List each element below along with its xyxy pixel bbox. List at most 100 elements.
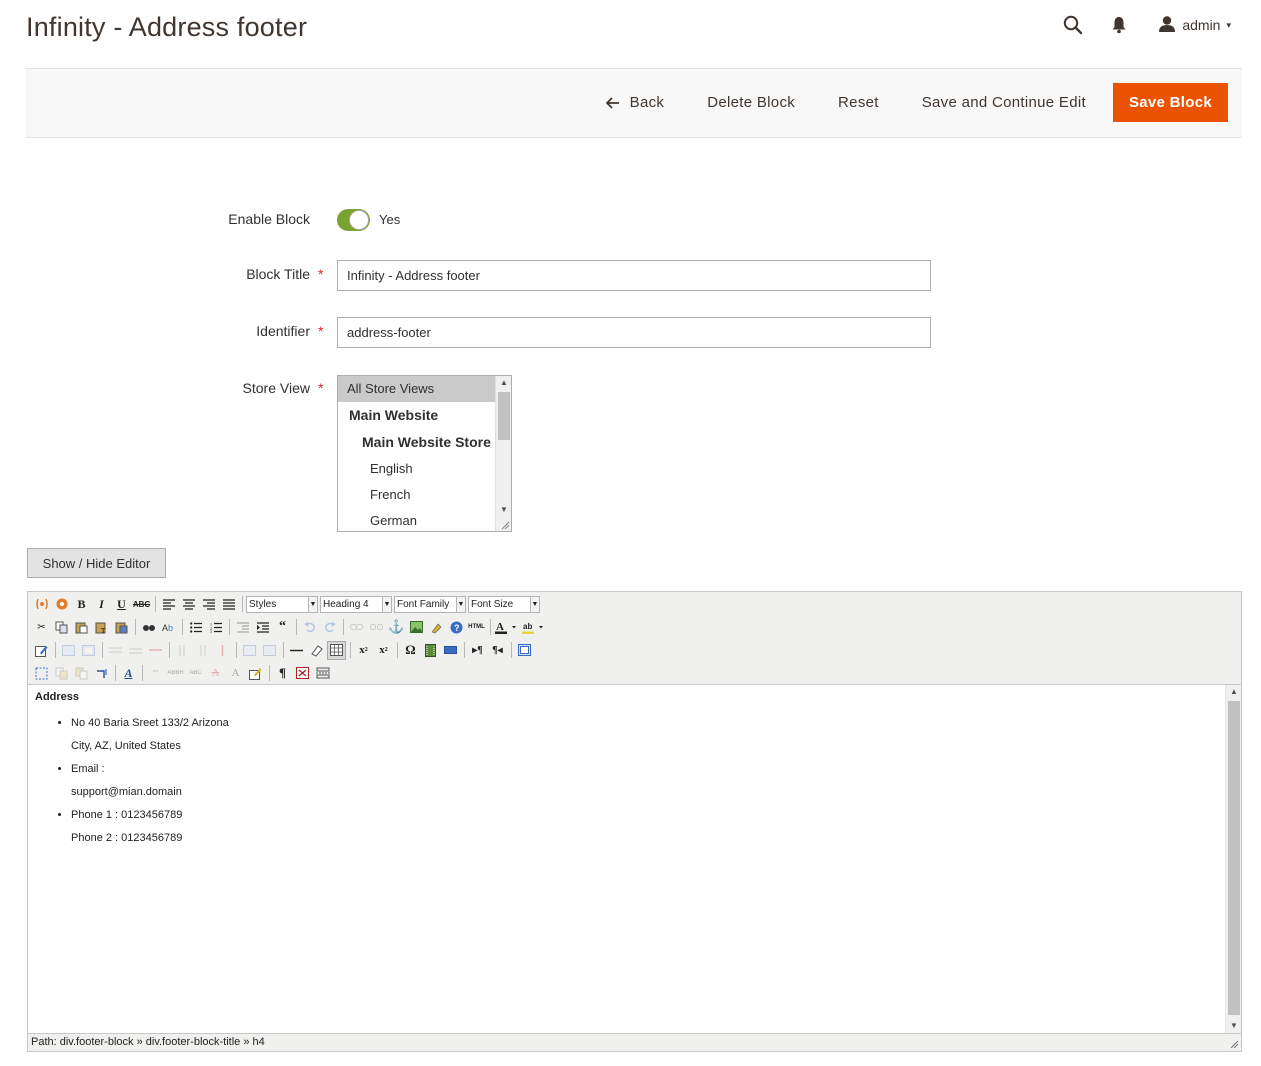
copy-icon[interactable]: [52, 618, 71, 637]
fullscreen-icon[interactable]: [515, 641, 534, 660]
rotate-icon[interactable]: [92, 664, 111, 683]
nonbreaking-icon[interactable]: [293, 664, 312, 683]
redo-icon[interactable]: [320, 618, 339, 637]
background-color-icon[interactable]: ab: [521, 618, 547, 637]
abbr-icon[interactable]: ABBR: [166, 664, 185, 683]
outdent-icon[interactable]: [233, 618, 252, 637]
delete-row-icon[interactable]: [146, 641, 165, 660]
store-option[interactable]: German: [338, 508, 495, 531]
paste-icon[interactable]: [72, 618, 91, 637]
undo-icon[interactable]: [300, 618, 319, 637]
format-dropdown[interactable]: Heading 4 ▼: [320, 595, 392, 613]
scroll-up-icon[interactable]: ▲: [1226, 685, 1242, 699]
pagebreak-icon[interactable]: [313, 664, 332, 683]
remove-format-icon[interactable]: [307, 641, 326, 660]
font-family-dropdown[interactable]: Font Family ▼: [394, 595, 466, 613]
image-icon[interactable]: [407, 618, 426, 637]
enable-block-toggle[interactable]: [337, 209, 370, 231]
numbered-list-icon[interactable]: 123: [206, 618, 225, 637]
store-option[interactable]: All Store Views: [338, 376, 495, 402]
strikethrough-icon[interactable]: ABC: [132, 595, 151, 614]
store-view-multiselect[interactable]: All Store Views Main Website Main Websit…: [337, 375, 512, 532]
deletion-icon[interactable]: A: [206, 664, 225, 683]
media-icon[interactable]: [421, 641, 440, 660]
align-justify-icon[interactable]: [219, 595, 238, 614]
rtl-icon[interactable]: ¶◂: [488, 641, 507, 660]
blockquote-icon[interactable]: “: [273, 618, 292, 637]
copy-format-icon[interactable]: [52, 664, 71, 683]
editor-content[interactable]: Address No 40 Baria Sreet 133/2 Arizona …: [28, 685, 1241, 1033]
align-left-icon[interactable]: [159, 595, 178, 614]
subscript-icon[interactable]: x2: [354, 641, 373, 660]
col-after-icon[interactable]: [193, 641, 212, 660]
scrollbar-thumb[interactable]: [498, 392, 510, 440]
delete-col-icon[interactable]: [213, 641, 232, 660]
paste-text-icon[interactable]: T: [92, 618, 111, 637]
ltr-icon[interactable]: ▸¶: [468, 641, 487, 660]
insert-layer-icon[interactable]: [59, 641, 78, 660]
find-icon[interactable]: [139, 618, 158, 637]
underline-icon[interactable]: U: [112, 595, 131, 614]
edit-css-icon[interactable]: [32, 641, 51, 660]
editor-scrollbar[interactable]: ▲ ▼: [1225, 685, 1241, 1033]
merge-cells-icon[interactable]: [260, 641, 279, 660]
search-icon[interactable]: [1062, 14, 1084, 36]
visual-chars-icon[interactable]: ¶: [273, 664, 292, 683]
back-button[interactable]: Back: [605, 84, 665, 121]
select-all-icon[interactable]: [32, 664, 51, 683]
store-option[interactable]: English: [338, 456, 495, 482]
split-cells-icon[interactable]: [240, 641, 259, 660]
identifier-input[interactable]: [337, 317, 931, 348]
acronym-icon[interactable]: ABC: [186, 664, 205, 683]
align-center-icon[interactable]: [179, 595, 198, 614]
save-continue-button[interactable]: Save and Continue Edit: [922, 84, 1086, 121]
attributes-icon[interactable]: [246, 664, 265, 683]
variable-icon[interactable]: [52, 595, 71, 614]
block-title-input[interactable]: [337, 260, 931, 291]
align-right-icon[interactable]: [199, 595, 218, 614]
resize-grip-icon[interactable]: [500, 520, 510, 530]
special-char-icon[interactable]: Ω: [401, 641, 420, 660]
store-view-scrollbar[interactable]: ▲ ▼: [495, 376, 511, 531]
help-icon[interactable]: ?: [447, 618, 466, 637]
html-source-icon[interactable]: HTML: [467, 618, 486, 637]
show-hide-editor-button[interactable]: Show / Hide Editor: [27, 548, 166, 578]
scroll-up-icon[interactable]: ▲: [496, 376, 511, 390]
row-after-icon[interactable]: [126, 641, 145, 660]
scrollbar-thumb[interactable]: [1228, 701, 1240, 1015]
reset-button[interactable]: Reset: [838, 84, 879, 121]
row-before-icon[interactable]: [106, 641, 125, 660]
bullet-list-icon[interactable]: [186, 618, 205, 637]
bold-icon[interactable]: B: [72, 595, 91, 614]
styles-dropdown[interactable]: Styles ▼: [246, 595, 318, 613]
delete-block-button[interactable]: Delete Block: [707, 84, 795, 121]
save-block-button[interactable]: Save Block: [1112, 83, 1228, 122]
table-icon[interactable]: [327, 640, 346, 660]
text-color-icon[interactable]: A: [494, 618, 520, 637]
direction-icon[interactable]: [441, 641, 460, 660]
col-before-icon[interactable]: [173, 641, 192, 660]
scroll-down-icon[interactable]: ▼: [496, 503, 511, 517]
font-size-dropdown[interactable]: Font Size ▼: [468, 595, 540, 613]
horizontal-rule-icon[interactable]: [287, 641, 306, 660]
absolute-layer-icon[interactable]: [79, 641, 98, 660]
store-option[interactable]: French: [338, 482, 495, 508]
bell-icon[interactable]: [1108, 14, 1130, 36]
user-menu[interactable]: admin ▾: [1158, 15, 1231, 36]
paste-format-icon[interactable]: [72, 664, 91, 683]
italic-icon[interactable]: I: [92, 595, 111, 614]
resize-grip-icon[interactable]: [1229, 1039, 1239, 1049]
superscript-icon[interactable]: x2: [374, 641, 393, 660]
widget-icon[interactable]: [32, 595, 51, 614]
style-props-icon[interactable]: A: [119, 664, 138, 683]
cite-icon[interactable]: “”: [146, 664, 165, 683]
element-path[interactable]: div.footer-block » div.footer-block-titl…: [60, 1036, 265, 1048]
indent-icon[interactable]: [253, 618, 272, 637]
replace-icon[interactable]: Ab: [159, 618, 178, 637]
cut-icon[interactable]: ✂: [32, 618, 51, 637]
unlink-icon[interactable]: [367, 618, 386, 637]
insertion-icon[interactable]: A: [226, 664, 245, 683]
link-icon[interactable]: [347, 618, 366, 637]
scroll-down-icon[interactable]: ▼: [1226, 1019, 1242, 1033]
cleanup-icon[interactable]: [427, 618, 446, 637]
